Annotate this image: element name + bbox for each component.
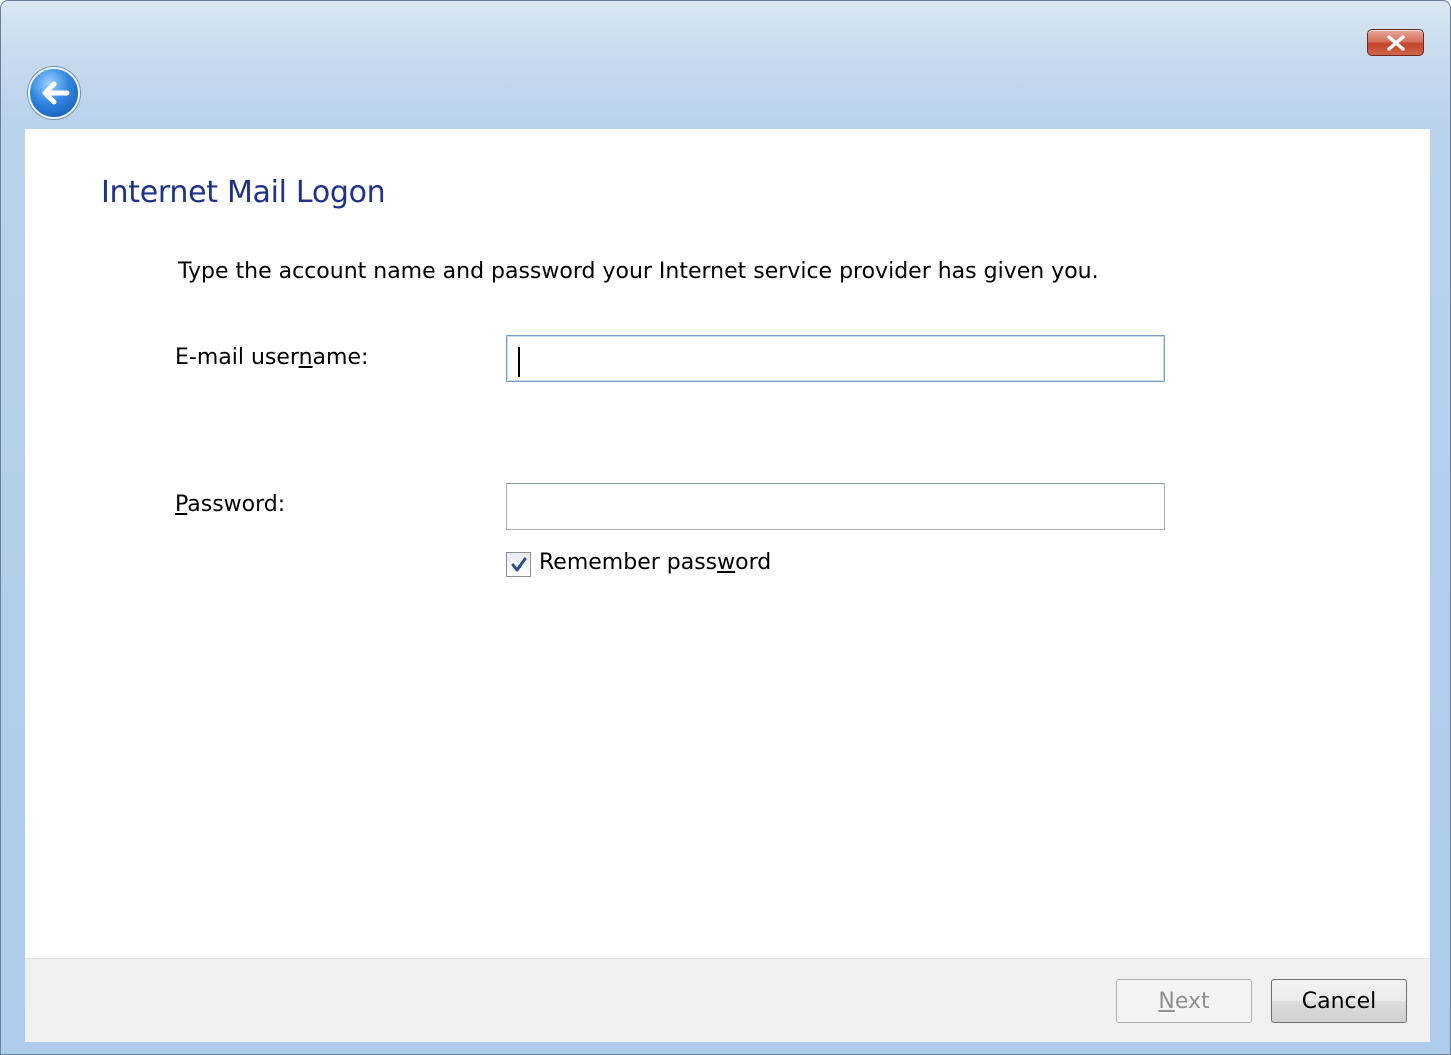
password-input[interactable] xyxy=(506,483,1165,530)
close-button[interactable] xyxy=(1367,29,1424,56)
title-bar xyxy=(1,1,1450,129)
button-bar: Next Cancel xyxy=(25,958,1430,1042)
cancel-button[interactable]: Cancel xyxy=(1271,979,1407,1023)
text-caret xyxy=(518,347,520,377)
back-button[interactable] xyxy=(28,67,80,119)
next-button[interactable]: Next xyxy=(1116,979,1252,1023)
checkmark-icon xyxy=(511,557,526,571)
instruction-text: Type the account name and password your … xyxy=(178,259,1099,284)
username-input[interactable] xyxy=(506,335,1165,382)
back-arrow-icon xyxy=(42,81,70,105)
close-icon xyxy=(1386,34,1405,51)
remember-password-label[interactable]: Remember password xyxy=(539,550,771,575)
remember-password-checkbox[interactable] xyxy=(506,552,531,577)
dialog-window: Internet Mail Logon Type the account nam… xyxy=(0,0,1451,1055)
page-title: Internet Mail Logon xyxy=(101,175,386,210)
username-label: E-mail username: xyxy=(175,345,369,370)
wizard-content: Internet Mail Logon Type the account nam… xyxy=(25,129,1430,958)
password-label: Password: xyxy=(175,492,286,517)
